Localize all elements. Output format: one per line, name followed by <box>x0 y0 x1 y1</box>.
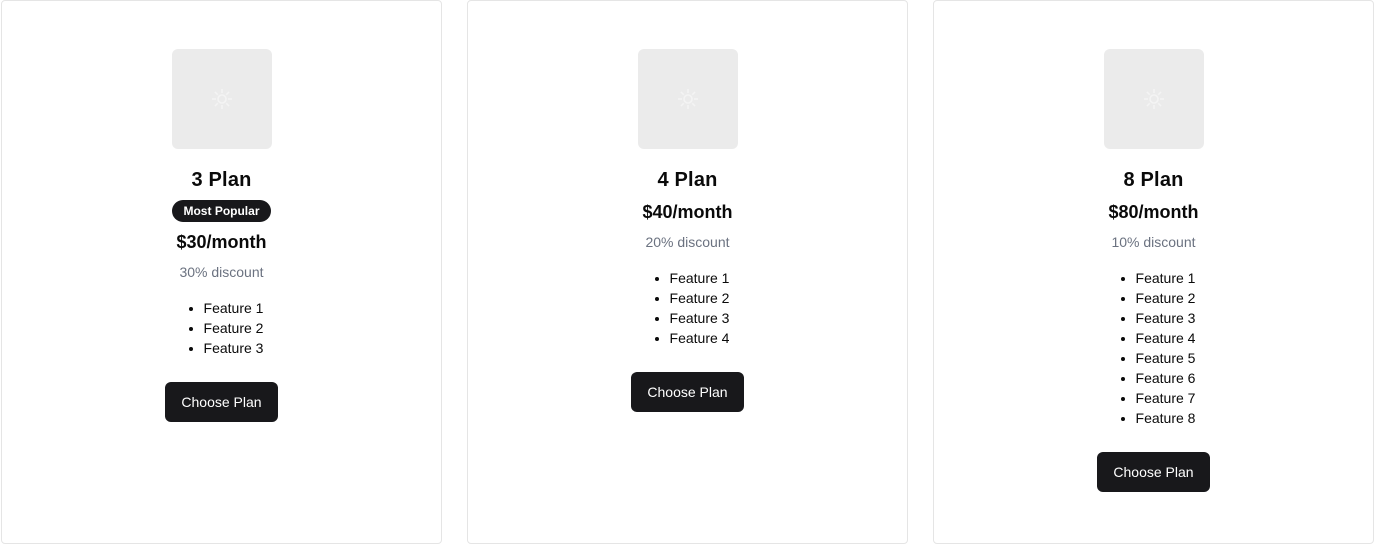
plan-price: $80/month <box>1108 202 1199 222</box>
plan-name: 3 Plan <box>191 169 252 191</box>
feature-item: Feature 6 <box>1136 368 1196 388</box>
feature-list: Feature 1 Feature 2 Feature 3 <box>180 298 264 358</box>
choose-plan-button[interactable]: Choose Plan <box>631 372 744 412</box>
feature-item: Feature 1 <box>204 298 264 318</box>
image-placeholder-icon <box>677 89 698 109</box>
feature-item: Feature 7 <box>1136 388 1196 408</box>
feature-list: Feature 1 Feature 2 Feature 3 Feature 4 … <box>1112 268 1196 428</box>
plan-discount: 30% discount <box>179 264 264 280</box>
image-placeholder-icon <box>1143 89 1164 109</box>
plan-image <box>1103 49 1204 149</box>
feature-item: Feature 2 <box>670 288 730 308</box>
plan-name: 4 Plan <box>657 169 718 191</box>
plan-price: $30/month <box>176 232 267 252</box>
feature-item: Feature 4 <box>670 328 730 348</box>
most-popular-badge: Most Popular <box>172 200 271 222</box>
feature-item: Feature 1 <box>1136 268 1196 288</box>
plan-card-3: 3 Plan Most Popular $30/month 30% discou… <box>1 0 442 544</box>
plan-card-4: 4 Plan $40/month 20% discount Feature 1 … <box>467 0 908 544</box>
feature-item: Feature 3 <box>670 308 730 328</box>
plan-image <box>171 49 272 149</box>
feature-list: Feature 1 Feature 2 Feature 3 Feature 4 <box>646 268 730 348</box>
feature-item: Feature 8 <box>1136 408 1196 428</box>
plan-price: $40/month <box>642 202 733 222</box>
feature-item: Feature 5 <box>1136 348 1196 368</box>
feature-item: Feature 2 <box>204 318 264 338</box>
choose-plan-button[interactable]: Choose Plan <box>1097 452 1210 492</box>
feature-item: Feature 3 <box>204 338 264 358</box>
feature-item: Feature 4 <box>1136 328 1196 348</box>
pricing-plans: 3 Plan Most Popular $30/month 30% discou… <box>0 0 1376 546</box>
choose-plan-button[interactable]: Choose Plan <box>165 382 278 422</box>
feature-item: Feature 2 <box>1136 288 1196 308</box>
feature-item: Feature 3 <box>1136 308 1196 328</box>
plan-discount: 10% discount <box>1111 234 1196 250</box>
plan-name: 8 Plan <box>1123 169 1184 191</box>
feature-item: Feature 1 <box>670 268 730 288</box>
plan-card-8: 8 Plan $80/month 10% discount Feature 1 … <box>933 0 1374 544</box>
plan-discount: 20% discount <box>645 234 730 250</box>
image-placeholder-icon <box>211 89 232 109</box>
plan-image <box>637 49 738 149</box>
